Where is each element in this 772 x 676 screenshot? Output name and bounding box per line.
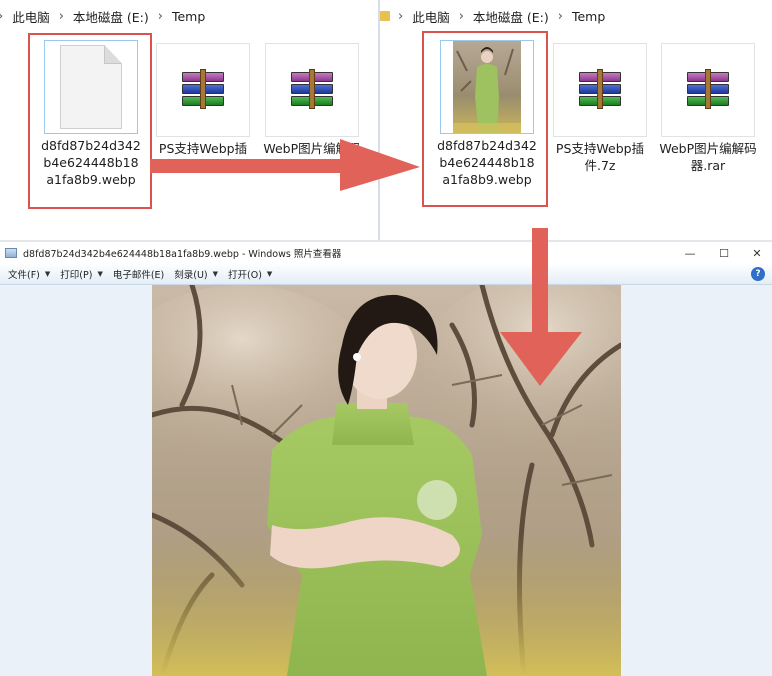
- file-item-rar[interactable]: WebP图片编解码器.rar: [262, 43, 362, 174]
- winrar-archive-icon: [687, 69, 729, 109]
- caret-down-icon: ▼: [212, 270, 219, 278]
- breadcrumb-this-pc[interactable]: 此电脑: [12, 7, 50, 26]
- breadcrumb-this-pc[interactable]: 此电脑: [412, 7, 450, 26]
- menu-burn[interactable]: 刻录(U) ▼: [174, 267, 218, 281]
- breadcrumb-temp[interactable]: Temp: [172, 9, 205, 24]
- help-icon[interactable]: ?: [751, 267, 765, 281]
- breadcrumb-drive-e[interactable]: 本地磁盘 (E:): [473, 7, 549, 26]
- minimize-button[interactable]: —: [675, 242, 705, 264]
- breadcrumb: › 此电脑 › 本地磁盘 (E:) › Temp: [0, 0, 378, 32]
- winrar-archive-icon: [182, 69, 224, 109]
- winrar-archive-icon: [579, 69, 621, 109]
- photo-viewer-window: d8fd87b24d342b4e624448b18a1fa8b9.webp - …: [0, 242, 772, 676]
- menu-print-label: 打印(P): [60, 270, 93, 281]
- file-name: PS支持Webp插件.7z: [158, 141, 248, 173]
- displayed-photo: [152, 285, 621, 676]
- breadcrumb-drive-e[interactable]: 本地磁盘 (E:): [73, 7, 149, 26]
- breadcrumb-chevron-icon: ›: [398, 8, 404, 24]
- menu-bar: 文件(F) ▼ 打印(P) ▼ 电子邮件(E) 刻录(U) ▼ 打开(O) ▼ ?: [0, 264, 772, 285]
- left-explorer-pane: › 此电脑 › 本地磁盘 (E:) › Temp d8fd87b24d342b4…: [0, 0, 378, 242]
- winrar-archive-icon: [291, 69, 333, 109]
- file-item-rar[interactable]: WebP图片编解码器.rar: [658, 43, 758, 174]
- breadcrumb-chevron-icon: ›: [557, 8, 563, 24]
- menu-file[interactable]: 文件(F) ▼: [8, 267, 50, 281]
- photo-image: [152, 285, 621, 676]
- file-name: PS支持Webp插件.7z: [555, 141, 645, 173]
- file-name: WebP图片编解码器.rar: [263, 141, 361, 173]
- menu-open[interactable]: 打开(O) ▼: [228, 267, 272, 281]
- close-button[interactable]: ✕: [742, 242, 772, 264]
- highlight-box: [28, 33, 152, 209]
- window-title: d8fd87b24d342b4e624448b18a1fa8b9.webp - …: [23, 249, 342, 260]
- menu-print[interactable]: 打印(P) ▼: [60, 267, 103, 281]
- title-bar[interactable]: d8fd87b24d342b4e624448b18a1fa8b9.webp - …: [0, 242, 772, 264]
- breadcrumb-chevron-icon: ›: [157, 8, 163, 24]
- breadcrumb-temp[interactable]: Temp: [572, 9, 605, 24]
- file-thumbnail: [265, 43, 359, 137]
- file-thumbnail: [156, 43, 250, 137]
- breadcrumb: › 此电脑 › 本地磁盘 (E:) › Temp: [380, 0, 772, 32]
- menu-open-label: 打开(O): [228, 270, 262, 281]
- menu-burn-label: 刻录(U): [174, 270, 208, 281]
- maximize-button[interactable]: ☐: [709, 242, 739, 264]
- breadcrumb-chevron-icon: ›: [0, 9, 3, 24]
- breadcrumb-chevron-icon: ›: [458, 8, 464, 24]
- file-item-7z[interactable]: PS支持Webp插件.7z: [153, 43, 253, 174]
- file-thumbnail: [661, 43, 755, 137]
- folder-icon: [380, 11, 390, 21]
- caret-down-icon: ▼: [44, 270, 51, 278]
- file-item-7z[interactable]: PS支持Webp插件.7z: [550, 43, 650, 174]
- menu-email[interactable]: 电子邮件(E): [113, 267, 164, 281]
- file-name: WebP图片编解码器.rar: [659, 141, 757, 173]
- menu-file-label: 文件(F): [8, 270, 40, 281]
- highlight-box: [422, 31, 548, 207]
- right-explorer-pane: › 此电脑 › 本地磁盘 (E:) › Temp d8fd87b24d342b4…: [380, 0, 772, 242]
- photo-viewer-app-icon: [5, 248, 17, 258]
- breadcrumb-chevron-icon: ›: [58, 8, 64, 24]
- file-thumbnail: [553, 43, 647, 137]
- image-canvas: [0, 285, 772, 676]
- caret-down-icon: ▼: [266, 270, 273, 278]
- caret-down-icon: ▼: [97, 270, 103, 278]
- menu-email-label: 电子邮件(E): [112, 270, 165, 281]
